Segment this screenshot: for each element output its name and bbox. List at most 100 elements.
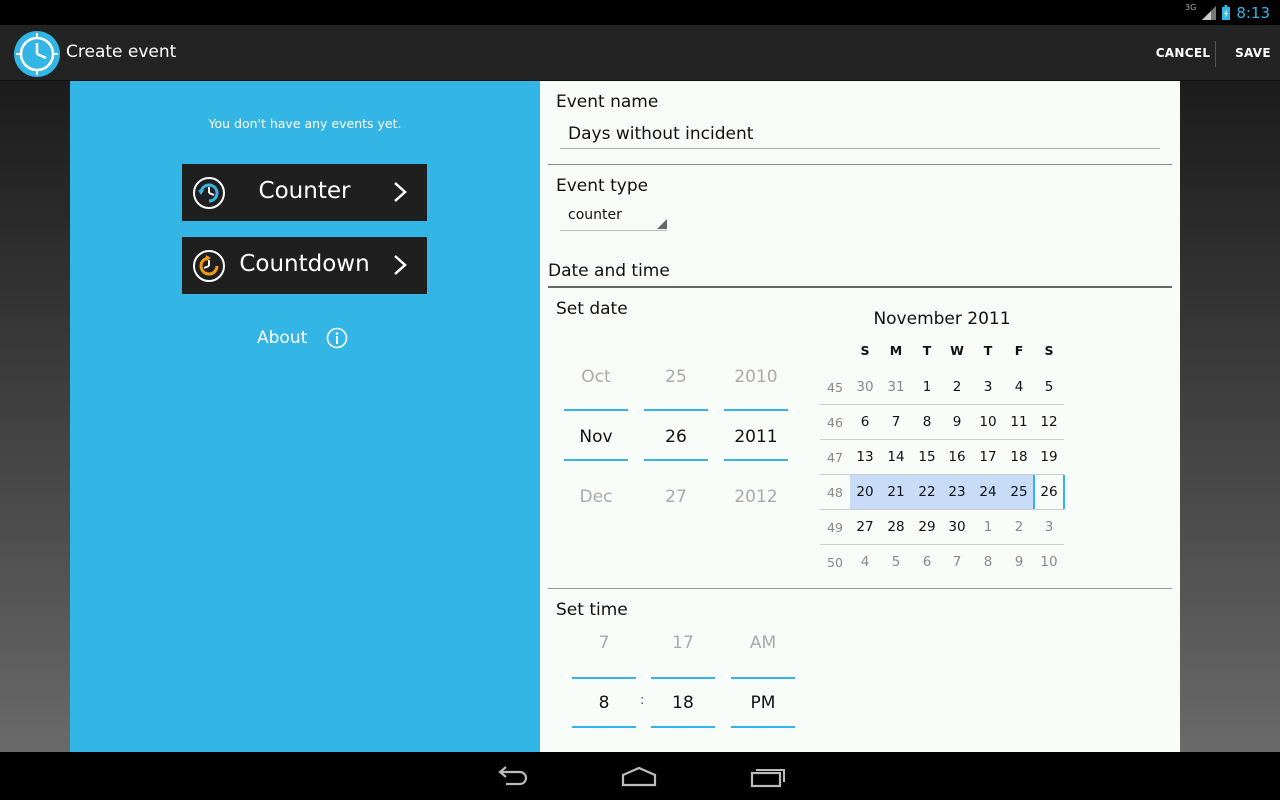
chevron-right-icon	[394, 182, 407, 202]
calendar-day[interactable]: 27	[850, 510, 880, 544]
date-time-section-heading: Date and time	[548, 261, 670, 281]
calendar-day[interactable]: 18	[1004, 440, 1034, 474]
calendar-day[interactable]: 10	[973, 405, 1003, 439]
hour-prev[interactable]: 7	[572, 633, 636, 653]
minute-prev[interactable]: 17	[651, 633, 715, 653]
month-current[interactable]: Nov	[564, 427, 628, 447]
selected-day-marker	[1063, 475, 1065, 509]
calendar-day[interactable]: 21	[881, 475, 911, 509]
calendar-day[interactable]: 8	[973, 545, 1003, 579]
calendar-day[interactable]: 15	[912, 440, 942, 474]
home-icon[interactable]	[621, 763, 657, 789]
calendar-day[interactable]: 10	[1034, 545, 1064, 579]
calendar-day[interactable]: 1	[912, 370, 942, 404]
calendar-day[interactable]: 7	[881, 405, 911, 439]
calendar-day[interactable]: 7	[942, 545, 972, 579]
calendar-day[interactable]: 24	[973, 475, 1003, 509]
create-event-form: Event name Event type counter Date and t…	[540, 81, 1180, 752]
calendar-day[interactable]: 29	[912, 510, 942, 544]
calendar-day[interactable]: 28	[881, 510, 911, 544]
month-next[interactable]: Dec	[564, 487, 628, 507]
save-button[interactable]: SAVE	[1226, 25, 1280, 81]
countdown-button[interactable]: Countdown	[182, 237, 427, 294]
ampm-current[interactable]: PM	[731, 693, 795, 713]
calendar-day[interactable]: 17	[973, 440, 1003, 474]
hour-current[interactable]: 8	[572, 693, 636, 713]
calendar-day[interactable]: 26	[1034, 475, 1064, 509]
picker-line	[644, 409, 708, 411]
info-icon[interactable]	[326, 327, 348, 349]
ampm-prev[interactable]: AM	[731, 633, 795, 653]
picker-line	[651, 677, 715, 679]
calendar-day[interactable]: 30	[850, 370, 880, 404]
calendar-day[interactable]: 13	[850, 440, 880, 474]
calendar-day[interactable]: 3	[973, 370, 1003, 404]
year-current[interactable]: 2011	[724, 427, 788, 447]
calendar-weekday-header: F	[1014, 343, 1024, 358]
calendar-week-number: 50	[827, 555, 843, 570]
countdown-label: Countdown	[239, 251, 370, 277]
event-type-spinner[interactable]: counter	[560, 205, 667, 231]
calendar-day[interactable]: 9	[1004, 545, 1034, 579]
recent-apps-icon[interactable]	[750, 763, 786, 789]
calendar-day[interactable]: 19	[1034, 440, 1064, 474]
cancel-button[interactable]: CANCEL	[1148, 25, 1218, 81]
picker-line	[564, 459, 628, 461]
action-divider	[1215, 41, 1216, 67]
counter-button[interactable]: Counter	[182, 164, 427, 221]
app-clock-icon[interactable]	[12, 29, 62, 79]
calendar-day[interactable]: 14	[881, 440, 911, 474]
counter-label: Counter	[258, 178, 351, 204]
day-prev[interactable]: 25	[644, 367, 708, 387]
picker-line	[644, 459, 708, 461]
calendar-day[interactable]: 6	[850, 405, 880, 439]
countdown-clock-icon	[193, 250, 225, 282]
calendar-day[interactable]: 2	[942, 370, 972, 404]
event-type-label: Event type	[556, 176, 649, 196]
calendar-day[interactable]: 11	[1004, 405, 1034, 439]
calendar-day[interactable]: 22	[912, 475, 942, 509]
set-date-label: Set date	[556, 299, 628, 319]
calendar-day[interactable]: 1	[973, 510, 1003, 544]
calendar-day[interactable]: 8	[912, 405, 942, 439]
event-type-value: counter	[568, 207, 622, 223]
battery-icon	[1222, 5, 1231, 20]
calendar-day[interactable]: 12	[1034, 405, 1064, 439]
picker-line	[651, 726, 715, 728]
calendar-weekday-header: W	[950, 343, 964, 358]
calendar-day[interactable]: 3	[1034, 510, 1064, 544]
event-name-input[interactable]	[560, 119, 1160, 149]
signal-icon	[1202, 5, 1217, 20]
calendar-day[interactable]: 30	[942, 510, 972, 544]
calendar-day[interactable]: 2	[1004, 510, 1034, 544]
calendar-day[interactable]: 6	[912, 545, 942, 579]
calendar-day[interactable]: 4	[1004, 370, 1034, 404]
minute-current[interactable]: 18	[651, 693, 715, 713]
year-prev[interactable]: 2010	[724, 367, 788, 387]
events-panel: You don't have any events yet. Counter C…	[70, 81, 540, 752]
picker-line	[564, 409, 628, 411]
calendar-day[interactable]: 5	[1034, 370, 1064, 404]
calendar-day[interactable]: 5	[881, 545, 911, 579]
section-divider	[548, 286, 1172, 288]
year-next[interactable]: 2012	[724, 487, 788, 507]
calendar-weekday-header: S	[860, 343, 870, 358]
calendar-day[interactable]: 16	[942, 440, 972, 474]
about-link[interactable]: About	[257, 328, 307, 348]
calendar-day[interactable]: 9	[942, 405, 972, 439]
page-title: Create event	[66, 42, 177, 62]
empty-events-text: You don't have any events yet.	[208, 116, 402, 131]
calendar-week-number: 45	[827, 380, 843, 395]
back-icon[interactable]	[494, 763, 530, 789]
calendar-day[interactable]: 20	[850, 475, 880, 509]
calendar-day[interactable]: 4	[850, 545, 880, 579]
day-current[interactable]: 26	[644, 427, 708, 447]
month-prev[interactable]: Oct	[564, 367, 628, 387]
selected-day-marker	[1033, 475, 1035, 509]
calendar-day[interactable]: 25	[1004, 475, 1034, 509]
day-next[interactable]: 27	[644, 487, 708, 507]
calendar-day[interactable]: 23	[942, 475, 972, 509]
clock: 8:13	[1236, 3, 1270, 22]
picker-line	[572, 726, 636, 728]
calendar-day[interactable]: 31	[881, 370, 911, 404]
